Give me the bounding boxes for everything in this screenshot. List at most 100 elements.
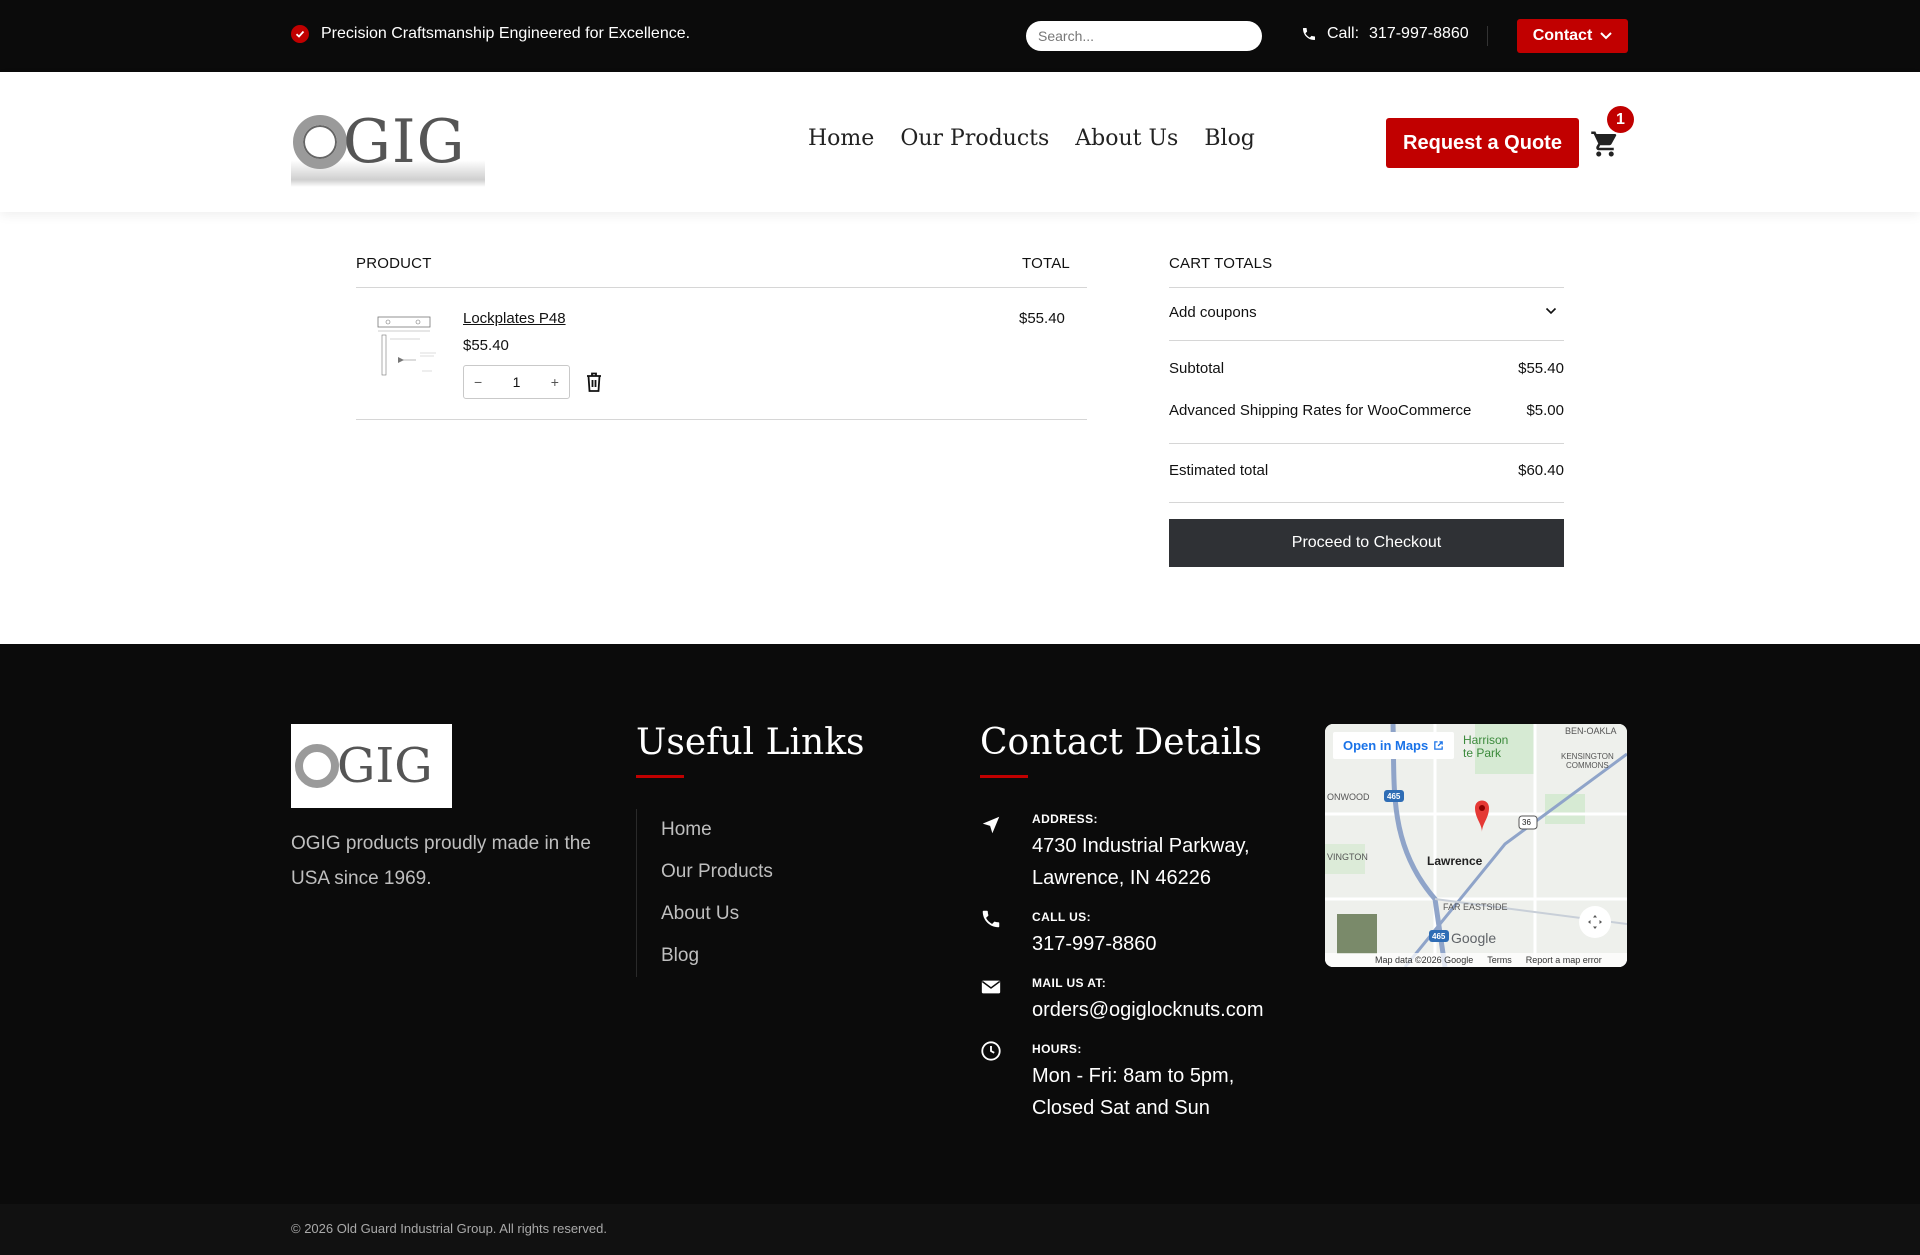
footer-link-blog[interactable]: Blog (661, 935, 773, 977)
useful-links-underline (636, 775, 684, 778)
address-label: ADDRESS: (1032, 812, 1098, 826)
totals-rule-4 (1169, 502, 1564, 503)
map-terms-link[interactable]: Terms (1487, 955, 1512, 965)
add-coupons-toggle[interactable]: Add coupons (1169, 304, 1257, 321)
logo-text: GIG (343, 107, 466, 177)
location-map[interactable]: Open in Maps Harrison te Park BEN-OAKLA K… (1325, 724, 1627, 967)
map-place-kensington-1: KENSINGTON (1561, 752, 1614, 761)
footer-email[interactable]: orders@ogiglocknuts.com (1032, 994, 1264, 1026)
hours-label: HOURS: (1032, 1042, 1082, 1056)
address-line-2: Lawrence, IN 46226 (1032, 867, 1212, 889)
qty-decrease-button[interactable]: − (474, 374, 482, 390)
mail-label: MAIL US AT: (1032, 976, 1107, 990)
map-attribution-bar: Map data ©2026 Google Terms Report a map… (1325, 953, 1627, 967)
phone-icon (1303, 28, 1315, 40)
totals-rule-3 (1169, 443, 1564, 444)
call-phone[interactable]: 317-997-8860 (1369, 25, 1469, 43)
open-in-maps-label: Open in Maps (1343, 738, 1429, 753)
chevron-down-icon (1600, 32, 1612, 40)
contact-label: Contact (1532, 27, 1593, 44)
estimated-total-label: Estimated total (1169, 462, 1269, 479)
estimated-total-value: $60.40 (1518, 462, 1564, 479)
chevron-down-icon[interactable] (1545, 307, 1557, 315)
hours-line-1: Mon - Fri: 8am to 5pm, (1032, 1065, 1235, 1087)
qty-value[interactable]: 1 (513, 374, 521, 390)
map-place-harrison: Harrison te Park (1463, 734, 1508, 760)
logo-ring-icon (295, 744, 339, 788)
site-footer: GIG OGIG products proudly made in the US… (0, 644, 1920, 1204)
contact-details-title: Contact Details (980, 722, 1263, 763)
clock-icon (981, 1041, 1001, 1061)
totals-rule-2 (1169, 340, 1564, 341)
nav-our-products[interactable]: Our Products (900, 126, 1049, 151)
product-price: $55.40 (463, 337, 509, 354)
map-place-vington: VINGTON (1327, 852, 1368, 862)
map-place-harrison-1: Harrison (1463, 733, 1509, 747)
address-line-1: 4730 Industrial Parkway, (1032, 835, 1250, 857)
top-bar: Precision Craftsmanship Engineered for E… (0, 0, 1920, 72)
main-nav: Home Our Products About Us Blog (808, 126, 1255, 151)
proceed-to-checkout-button[interactable]: Proceed to Checkout (1169, 519, 1564, 567)
product-name-link[interactable]: Lockplates P48 (463, 310, 566, 327)
request-quote-button[interactable]: Request a Quote (1386, 118, 1579, 168)
site-logo[interactable]: GIG (291, 97, 485, 187)
map-place-kensington: KENSINGTON COMMONS (1561, 752, 1614, 770)
search-input[interactable] (1026, 21, 1262, 51)
footer-link-home[interactable]: Home (661, 809, 773, 851)
product-column-header: PRODUCT (356, 255, 432, 272)
shipping-label: Advanced Shipping Rates for WooCommerce (1169, 402, 1472, 419)
qty-increase-button[interactable]: + (551, 374, 559, 390)
check-icon (291, 25, 309, 43)
map-road-36: 36 (1522, 818, 1531, 827)
total-column-header: TOTAL (1022, 255, 1070, 272)
map-road-465-north: 465 (1387, 792, 1401, 801)
copyright-text: © 2026 Old Guard Industrial Group. All r… (291, 1221, 607, 1236)
nav-blog[interactable]: Blog (1204, 126, 1255, 151)
totals-rule-1 (1169, 287, 1564, 288)
nav-about-us[interactable]: About Us (1075, 126, 1178, 151)
quantity-stepper[interactable]: − 1 + (463, 365, 570, 399)
site-header: GIG Home Our Products About Us Blog Requ… (0, 72, 1920, 212)
copyright-bar: © 2026 Old Guard Industrial Group. All r… (0, 1204, 1920, 1255)
cart-totals-heading: CART TOTALS (1169, 255, 1273, 272)
map-city-label: Lawrence (1427, 854, 1483, 868)
tagline: Precision Craftsmanship Engineered for E… (291, 25, 690, 43)
nav-home[interactable]: Home (808, 126, 874, 151)
google-logo: Google (1451, 930, 1497, 946)
footer-phone[interactable]: 317-997-8860 (1032, 928, 1157, 960)
envelope-icon (981, 980, 1001, 994)
cart-icon[interactable] (1590, 129, 1620, 159)
product-thumbnail[interactable] (370, 305, 446, 385)
open-in-maps-link[interactable]: Open in Maps (1333, 732, 1455, 759)
fullscreen-icon[interactable] (1587, 914, 1603, 930)
tagline-text: Precision Craftsmanship Engineered for E… (321, 25, 691, 42)
location-arrow-icon (982, 816, 1000, 834)
subtotal-label: Subtotal (1169, 360, 1225, 377)
useful-links-title: Useful Links (636, 722, 865, 763)
logo-ring-icon (293, 115, 347, 169)
phone-icon (982, 910, 1000, 928)
divider (1487, 26, 1488, 46)
footer-link-our-products[interactable]: Our Products (661, 851, 773, 893)
footer-link-about-us[interactable]: About Us (661, 893, 773, 935)
map-place-onwood: ONWOOD (1327, 792, 1370, 802)
call-us-label: CALL US: (1032, 910, 1091, 924)
map-place-kensington-2: COMMONS (1566, 761, 1609, 770)
table-rule-bottom (356, 419, 1087, 420)
call-label: Call: (1327, 25, 1360, 42)
call-info[interactable]: Call: 317-997-8860 (1301, 25, 1469, 43)
footer-logo[interactable]: GIG (291, 724, 452, 808)
subtotal-value: $55.40 (1518, 360, 1564, 377)
external-link-icon (1434, 741, 1444, 750)
shipping-value: $5.00 (1526, 402, 1564, 419)
contact-button[interactable]: Contact (1517, 19, 1628, 53)
cart-count-badge: 1 (1607, 106, 1634, 133)
map-road-465-south: 465 (1432, 932, 1446, 941)
map-report-link[interactable]: Report a map error (1526, 955, 1602, 965)
footer-about-text: OGIG products proudly made in the USA si… (291, 833, 591, 889)
trash-icon[interactable] (584, 371, 604, 393)
table-rule-top (356, 287, 1087, 288)
line-item-total: $55.40 (1019, 310, 1065, 327)
map-data-text: Map data ©2026 Google (1375, 955, 1474, 965)
contact-details-underline (980, 775, 1028, 778)
